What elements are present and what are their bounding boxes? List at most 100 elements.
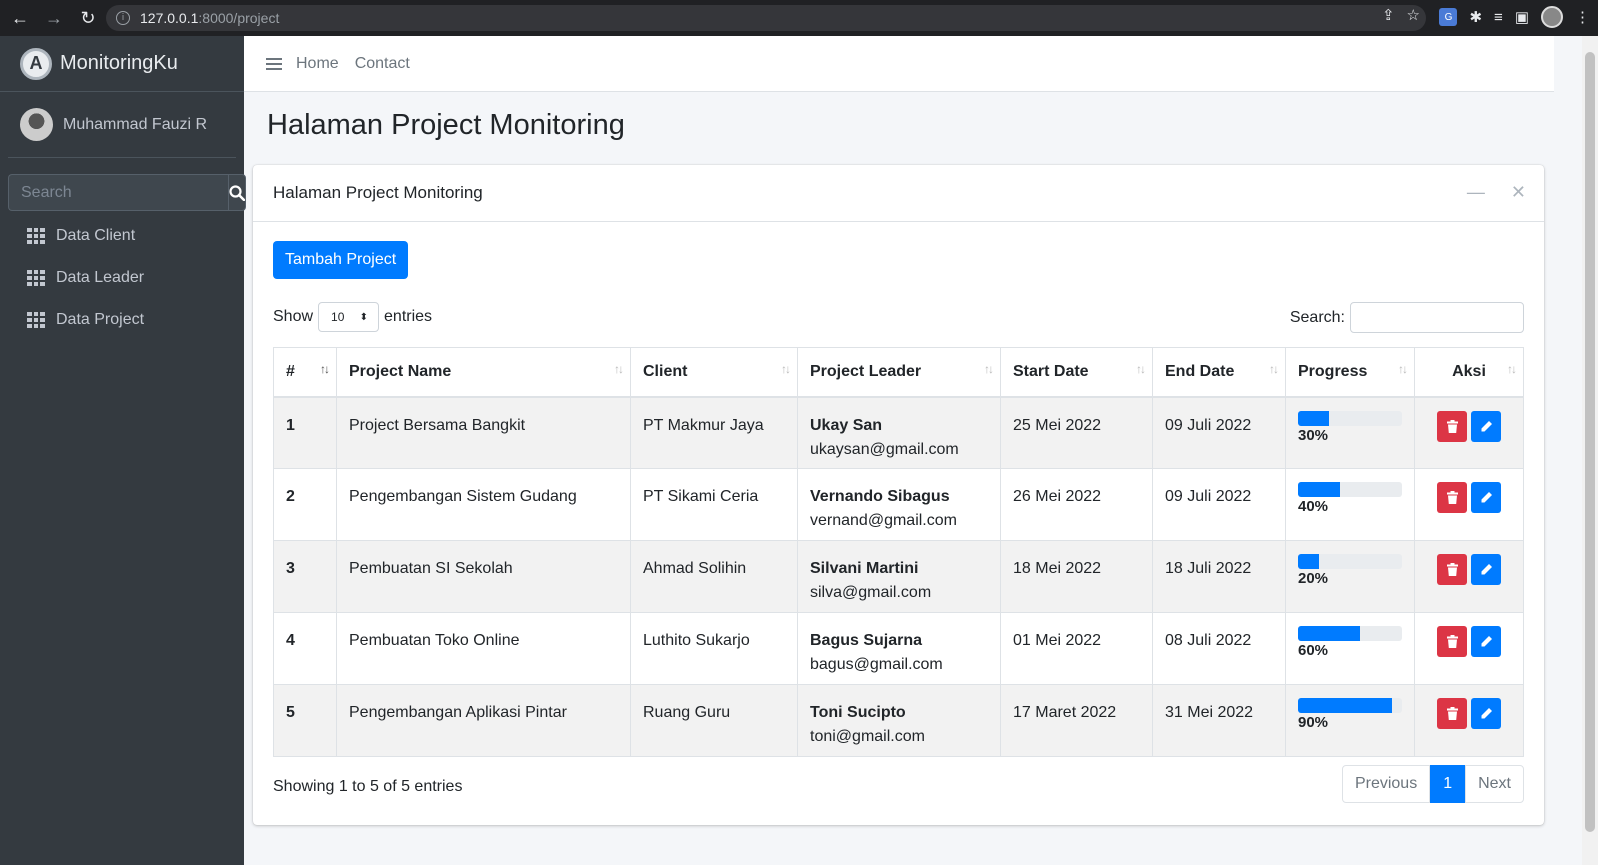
progress-bar-fill <box>1298 554 1319 569</box>
forward-arrow-icon[interactable]: → <box>40 4 68 32</box>
progress-bar <box>1298 626 1402 641</box>
column-header-project-leader[interactable]: Project Leader ↑↓ <box>797 347 1001 398</box>
delete-button[interactable] <box>1437 698 1467 729</box>
page-scrollbar[interactable] <box>1582 36 1598 865</box>
previous-page-button[interactable]: Previous <box>1341 765 1431 803</box>
cell-project-name: Project Bersama Bangkit <box>336 396 631 469</box>
edit-button[interactable] <box>1471 482 1501 513</box>
page-length-value: 10 <box>331 310 345 324</box>
sort-icon: ↑↓ <box>1269 362 1279 376</box>
sidebar-item-data-project[interactable]: Data Project <box>0 299 244 341</box>
delete-button[interactable] <box>1437 554 1467 585</box>
share-icon[interactable]: ⇪ <box>1382 6 1395 24</box>
card-header: Halaman Project Monitoring <box>253 165 1544 222</box>
address-bar-actions: ⇪ ☆ <box>1382 6 1420 24</box>
column-header-start-date[interactable]: Start Date ↑↓ <box>1000 347 1153 398</box>
leader-email: toni@gmail.com <box>810 728 925 745</box>
bookmark-star-icon[interactable]: ☆ <box>1407 6 1420 24</box>
cell-progress: 60% <box>1285 612 1415 685</box>
table-row: 2 Pengembangan Sistem Gudang PT Sikami Cer… <box>273 468 1524 541</box>
extensions-puzzle-icon[interactable]: ✱ <box>1469 8 1482 26</box>
brand-link[interactable]: A MonitoringKu <box>0 36 244 92</box>
page-length-select[interactable]: 10 ⬍ <box>318 302 380 332</box>
side-panel-icon[interactable]: ▣ <box>1515 8 1529 26</box>
progress-bar-fill <box>1298 698 1392 713</box>
card-title: Halaman Project Monitoring <box>273 183 483 202</box>
user-name[interactable]: Muhammad Fauzi R <box>63 116 207 134</box>
leader-name: Vernando Sibagus <box>810 488 950 505</box>
progress-bar <box>1298 698 1402 713</box>
column-header-end-date[interactable]: End Date ↑↓ <box>1152 347 1286 398</box>
table-header-row: # ↑↓ Project Name ↑↓ Client ↑↓ Project Lead… <box>273 347 1524 398</box>
edit-button[interactable] <box>1471 410 1501 442</box>
edit-button[interactable] <box>1471 554 1501 585</box>
trash-icon <box>1446 635 1458 648</box>
column-header-progress[interactable]: Progress ↑↓ <box>1285 347 1415 398</box>
column-header-client[interactable]: Client ↑↓ <box>630 347 798 398</box>
delete-button[interactable] <box>1437 626 1467 657</box>
projects-table: # ↑↓ Project Name ↑↓ Client ↑↓ Project Lead… <box>273 347 1524 757</box>
address-bar[interactable]: i 127.0.0.1:8000/project <box>106 5 1426 31</box>
cell-number: 5 <box>273 684 337 757</box>
show-label: Show <box>273 308 314 325</box>
page-number-button[interactable]: 1 <box>1430 765 1466 803</box>
sidebar-item-data-leader[interactable]: Data Leader <box>0 257 244 299</box>
cell-number: 2 <box>273 468 337 541</box>
next-page-button[interactable]: Next <box>1465 765 1524 803</box>
cell-progress: 20% <box>1285 540 1415 613</box>
cell-project-leader: Silvani Martini silva@gmail.com <box>797 540 1001 613</box>
edit-button[interactable] <box>1471 698 1501 729</box>
progress-bar-fill <box>1298 410 1330 426</box>
user-panel[interactable]: Muhammad Fauzi R <box>8 92 236 158</box>
progress-label: 40% <box>1298 498 1329 515</box>
cell-actions <box>1414 468 1524 541</box>
sidebar-search-button[interactable] <box>228 174 246 211</box>
extensions-bar: G ✱ ≡ ▣ ⋮ <box>1439 6 1590 28</box>
reading-list-icon[interactable]: ≡ <box>1494 9 1503 26</box>
back-arrow-icon[interactable]: ← <box>6 4 34 32</box>
edit-button[interactable] <box>1471 626 1501 657</box>
scrollbar-thumb[interactable] <box>1585 52 1595 832</box>
leader-email: vernand@gmail.com <box>810 512 957 529</box>
th-icon <box>27 312 45 328</box>
nav-link-home[interactable]: Home <box>296 55 339 73</box>
cell-project-leader: Toni Sucipto toni@gmail.com <box>797 684 1001 757</box>
table-search-input[interactable] <box>1350 302 1524 333</box>
column-header-label: Project Leader <box>810 362 922 380</box>
reload-icon[interactable]: ↻ <box>74 4 102 32</box>
column-header-project-name[interactable]: Project Name ↑↓ <box>336 347 631 398</box>
project-card: Halaman Project Monitoring — ✕ Tambah Pr… <box>253 165 1544 825</box>
progress-bar <box>1298 410 1402 426</box>
profile-avatar[interactable] <box>1541 6 1563 28</box>
column-header-aksi[interactable]: Aksi ↑↓ <box>1414 347 1524 398</box>
sort-icon: ↑↓ <box>1398 362 1408 376</box>
sidebar-search-input[interactable] <box>8 174 228 211</box>
progress-bar-fill <box>1298 626 1361 641</box>
add-project-button[interactable]: Tambah Project <box>273 241 409 279</box>
nav-link-contact[interactable]: Contact <box>355 55 410 73</box>
delete-button[interactable] <box>1437 482 1467 513</box>
delete-button[interactable] <box>1437 410 1467 442</box>
sidebar-item-label: Data Leader <box>56 269 145 286</box>
progress-bar <box>1298 554 1402 569</box>
column-header-label: End Date <box>1165 362 1235 380</box>
cell-number: 4 <box>273 612 337 685</box>
hamburger-menu-icon[interactable] <box>266 57 282 70</box>
collapse-minus-icon[interactable]: — <box>1467 182 1485 203</box>
close-icon[interactable]: ✕ <box>1511 182 1526 203</box>
brand-logo-icon: A <box>20 47 52 80</box>
cell-progress: 40% <box>1285 468 1415 541</box>
column-header-label: Start Date <box>1013 362 1089 380</box>
page-title: Halaman Project Monitoring <box>267 109 625 141</box>
cell-project-name: Pengembangan Sistem Gudang <box>336 468 631 541</box>
cell-progress: 90% <box>1285 684 1415 757</box>
select-arrows-icon: ⬍ <box>359 311 369 323</box>
table-row: 4 Pembuatan Toko Online Luthito Sukarjo Bag… <box>273 612 1524 685</box>
browser-menu-icon[interactable]: ⋮ <box>1575 8 1590 26</box>
site-info-icon[interactable]: i <box>116 11 130 25</box>
column-header-number[interactable]: # ↑↓ <box>273 347 337 398</box>
leader-email: silva@gmail.com <box>810 584 932 601</box>
translate-extension-icon[interactable]: G <box>1439 8 1458 26</box>
cell-project-leader: Ukay San ukaysan@gmail.com <box>797 396 1001 469</box>
sidebar-item-data-client[interactable]: Data Client <box>0 215 244 257</box>
